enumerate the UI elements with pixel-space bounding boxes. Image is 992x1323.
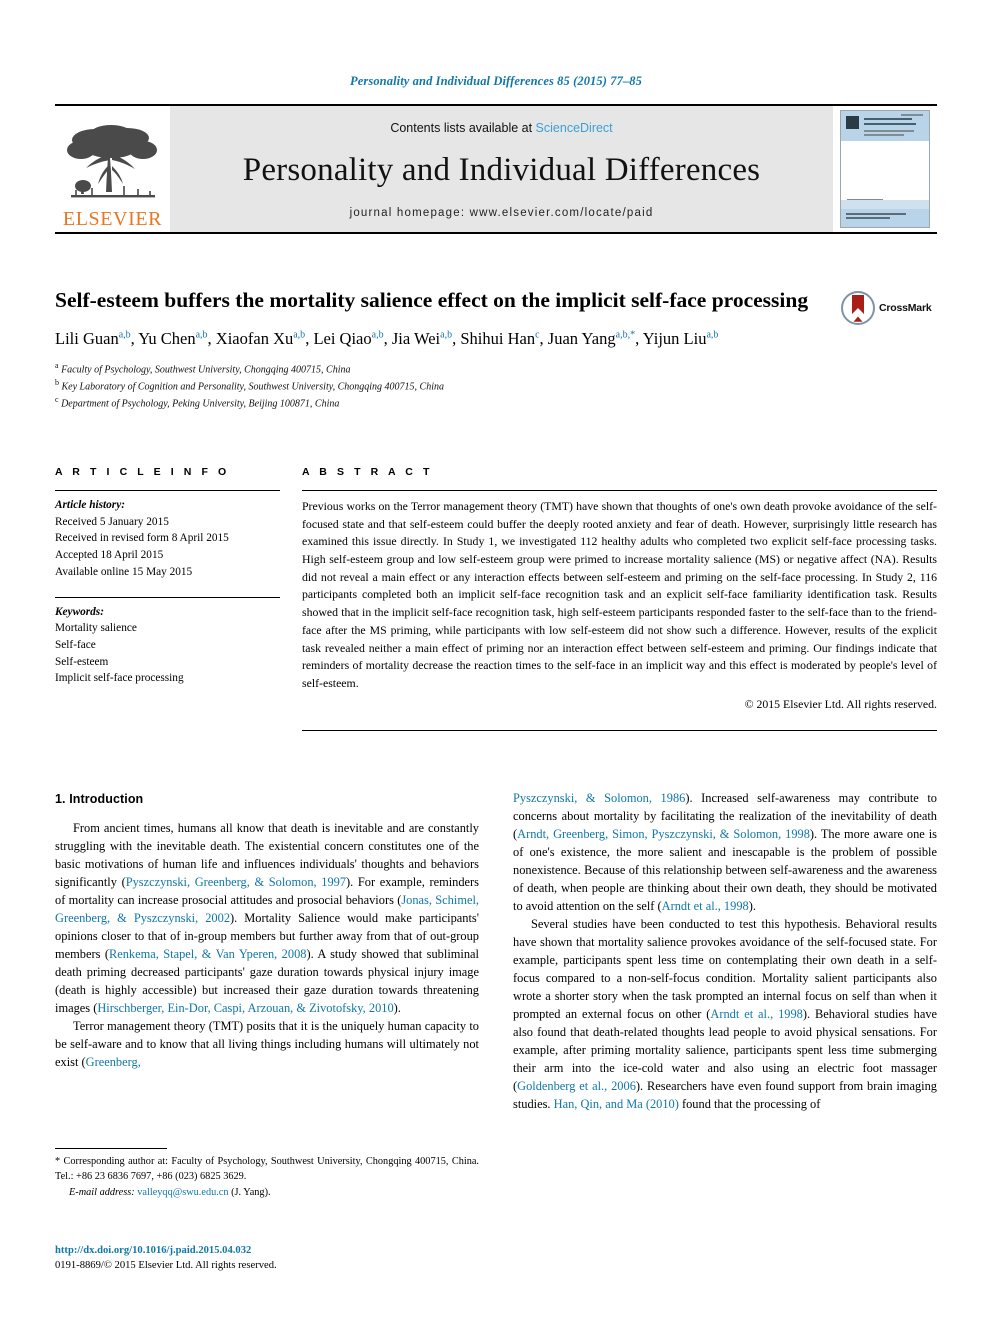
page-title: Self-esteem buffers the mortality salien…: [55, 288, 809, 312]
corresponding-author-text: * Corresponding author at: Faculty of Ps…: [55, 1156, 479, 1182]
section-heading-introduction: 1. Introduction: [55, 792, 144, 806]
citation-link[interactable]: Goldenberg et al., 2006: [517, 1079, 636, 1093]
author-affiliation-mark: a,b: [371, 329, 384, 341]
citation-link[interactable]: Han, Qin, and Ma (2010): [554, 1097, 679, 1111]
keywords-label: Keywords:: [55, 605, 104, 618]
author-affiliation-mark: a,b: [118, 329, 131, 341]
affiliation-item: a Faculty of Psychology, Southwest Unive…: [55, 360, 351, 375]
article-info-heading: A R T I C L E I N F O: [55, 466, 230, 478]
doi-block: http://dx.doi.org/10.1016/j.paid.2015.04…: [55, 1243, 479, 1273]
email-label: E-mail address:: [69, 1187, 135, 1199]
contents-prefix: Contents lists available at: [390, 121, 536, 135]
citation-link[interactable]: Greenberg,: [86, 1055, 141, 1069]
cover-card: [840, 110, 930, 228]
article-history-item: Available online 15 May 2015: [55, 565, 193, 578]
journal-cover-thumbnail: [833, 106, 937, 232]
sciencedirect-link[interactable]: ScienceDirect: [536, 121, 613, 135]
affiliation-item: b Key Laboratory of Cognition and Person…: [55, 377, 444, 393]
doi-link[interactable]: http://dx.doi.org/10.1016/j.paid.2015.04…: [55, 1245, 251, 1256]
article-history: Article history: Received 5 January 2015…: [55, 491, 280, 581]
crossmark-icon: [841, 291, 875, 325]
author-name[interactable]: Yu Chen: [138, 329, 195, 348]
keywords: Keywords: Mortality salience Self-face Sel…: [55, 598, 280, 688]
author-name[interactable]: Juan Yang: [548, 329, 616, 348]
article-history-item: Received in revised form 8 April 2015: [55, 532, 229, 545]
citation-link[interactable]: Jonas, Schimel, Greenberg, & Pyszczynski…: [55, 893, 479, 925]
body-paragraph: From ancient times, humans all know that…: [55, 821, 479, 1015]
elsevier-logo: ELSEVIER: [55, 106, 170, 232]
citation-link[interactable]: Hirschberger, Ein-Dor, Caspi, Arzouan, &…: [97, 1001, 393, 1015]
right-column-paragraphs: Pyszczynski, & Solomon, 1986). Increased…: [513, 790, 937, 1114]
body-paragraph: Pyszczynski, & Solomon, 1986). Increased…: [513, 791, 938, 913]
author-affiliation-mark: a,b: [195, 329, 208, 341]
paper-page: Personality and Individual Differences 8…: [0, 0, 992, 1323]
author-affiliation-mark: c: [535, 329, 540, 341]
body-column-right: Pyszczynski, & Solomon, 1986). Increased…: [513, 790, 937, 1114]
article-info-column: A R T I C L E I N F O: [55, 466, 302, 478]
body-column-left: 1. Introduction From ancient times, huma…: [55, 790, 479, 1114]
keyword-item: Self-esteem: [55, 655, 109, 668]
keywords-items: Mortality salience Self-face Self-esteem Im…: [55, 620, 280, 687]
author-name[interactable]: Jia Wei: [392, 329, 440, 348]
author-name[interactable]: Xiaofan Xu: [216, 329, 293, 348]
article-history-item: Received 5 January 2015: [55, 515, 169, 528]
affiliation-list: a Faculty of Psychology, Southwest Unive…: [55, 360, 937, 412]
info-abstract-section: A R T I C L E I N F O A B S T R A C T Ar…: [55, 466, 937, 731]
citation-link[interactable]: Pyszczynski, Greenberg, & Solomon, 1997: [126, 875, 346, 889]
body-paragraph: Several studies have been conducted to t…: [513, 916, 938, 1111]
article-history-items: Received 5 January 2015 Received in revis…: [55, 514, 280, 581]
author-affiliation-mark: a,b: [706, 329, 719, 341]
contents-available-line: Contents lists available at ScienceDirec…: [390, 121, 612, 135]
elsevier-wordmark: ELSEVIER: [62, 208, 163, 230]
issn-copyright: 0191-8869/© 2015 Elsevier Ltd. All right…: [55, 1260, 277, 1272]
author-affiliation-mark: a,b: [440, 329, 453, 341]
citation-link[interactable]: Renkema, Stapel, & Van Yperen, 2008: [109, 947, 307, 961]
keyword-item: Self-face: [55, 639, 96, 652]
citation-link[interactable]: Arndt, Greenberg, Simon, Pyszczynski, & …: [517, 827, 810, 841]
author-list: Lili Guana,b, Yu Chena,b, Xiaofan Xua,b,…: [55, 329, 719, 349]
email-link[interactable]: valleyqq@swu.edu.cn: [137, 1187, 228, 1198]
citation-link[interactable]: Arndt et al., 1998: [710, 1007, 803, 1021]
author-name[interactable]: Yijun Liu: [643, 329, 707, 348]
journal-masthead: ELSEVIER Contents lists available at Sci…: [55, 104, 937, 234]
citation-link[interactable]: Pyszczynski, & Solomon, 1986: [513, 791, 685, 805]
abstract-text: Previous works on the Terror management …: [302, 499, 937, 690]
left-column-paragraphs: From ancient times, humans all know that…: [55, 820, 479, 1072]
running-head: Personality and Individual Differences 8…: [350, 74, 642, 88]
author-name[interactable]: Lili Guan: [55, 329, 119, 348]
footnote-rule: [55, 1148, 167, 1149]
crossmark-label: CrossMark: [879, 302, 932, 314]
body-columns: 1. Introduction From ancient times, huma…: [55, 790, 937, 1114]
author-affiliation-mark: a,b,*: [615, 329, 636, 341]
author-name[interactable]: Lei Qiao: [313, 329, 371, 348]
email-line: E-mail address: valleyqq@swu.edu.cn (J. …: [55, 1187, 479, 1198]
abstract-heading: A B S T R A C T: [302, 466, 433, 478]
corresponding-author-footnote: * Corresponding author at: Faculty of Ps…: [55, 1148, 479, 1198]
journal-band: Contents lists available at ScienceDirec…: [170, 106, 833, 232]
crossmark-badge[interactable]: CrossMark: [841, 288, 937, 328]
abstract-column: A B S T R A C T: [302, 466, 937, 478]
elsevier-tree-icon: [66, 125, 157, 198]
abstract-copyright: © 2015 Elsevier Ltd. All rights reserved…: [744, 696, 937, 711]
author-name[interactable]: Shihui Han: [460, 329, 535, 348]
title-block: Self-esteem buffers the mortality salien…: [55, 286, 937, 412]
article-info-body: Article history: Received 5 January 2015…: [55, 490, 302, 731]
keyword-item: Mortality salience: [55, 622, 137, 635]
article-history-label: Article history:: [55, 499, 125, 511]
keyword-item: Implicit self-face processing: [55, 672, 184, 685]
author-affiliation-mark: a,b: [293, 329, 306, 341]
affiliation-item: c Department of Psychology, Peking Unive…: [55, 395, 340, 410]
abstract-body-wrap: Previous works on the Terror management …: [302, 490, 937, 731]
abstract-bottom-rule: [302, 729, 937, 731]
cover-logo-square: [846, 116, 859, 129]
journal-homepage[interactable]: journal homepage: www.elsevier.com/locat…: [350, 207, 654, 219]
citation-link[interactable]: Arndt et al., 1998: [662, 899, 749, 913]
body-paragraph: Terror management theory (TMT) posits th…: [55, 1018, 479, 1069]
journal-title: Personality and Individual Differences: [242, 152, 761, 188]
email-owner: (J. Yang).: [231, 1187, 271, 1199]
article-history-item: Accepted 18 April 2015: [55, 549, 164, 562]
cover-lower-band: [841, 200, 929, 209]
